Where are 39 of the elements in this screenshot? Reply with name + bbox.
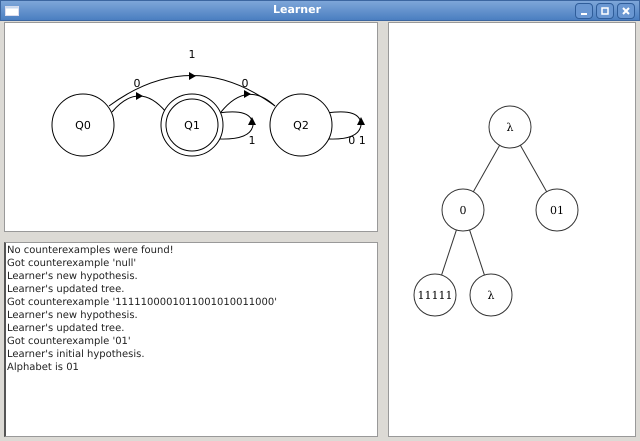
state-label: Q2 [293, 119, 309, 132]
log-line: Learner's updated tree. [7, 283, 126, 296]
transition-label: 0 [242, 77, 248, 90]
tree-node [414, 274, 456, 316]
tree-node [442, 188, 484, 232]
transition-label: 1 [248, 134, 256, 147]
maximize-button[interactable] [596, 2, 614, 18]
log-line: Learner's initial hypothesis. [7, 348, 146, 361]
maximize-icon [601, 6, 609, 14]
tree-node [470, 274, 512, 316]
window-title: Learner [272, 2, 322, 18]
log-line: Got counterexample '1111100001011001010011000' [7, 296, 278, 309]
node-label: λ [506, 121, 514, 134]
log-line: Alphabet is 01 [7, 361, 80, 374]
log-line: Learner's updated tree. [7, 322, 126, 335]
node-label: 01 [550, 204, 564, 217]
log-line: No counterexamples were found! [7, 244, 175, 257]
window-menu-icon[interactable] [5, 6, 19, 16]
tree-edge [520, 144, 548, 192]
tree-edge [441, 229, 457, 276]
node-label: 11111 [418, 289, 452, 302]
transition-label: 0 [134, 77, 140, 90]
node-label: λ [488, 289, 494, 302]
tree-node [488, 106, 532, 148]
close-button[interactable] [617, 2, 635, 18]
node-label: 0 [460, 204, 466, 217]
log-line: Got counterexample '01' [7, 335, 132, 348]
close-icon [622, 6, 630, 14]
tree-edge [469, 229, 485, 276]
log-line: Got counterexample 'null' [7, 257, 138, 270]
transition-label: 1 [188, 48, 196, 61]
log-line: Learner's new hypothesis. [7, 270, 139, 283]
state-label: Q1 [184, 119, 200, 132]
minimize-icon [581, 12, 587, 14]
minimize-button[interactable] [575, 2, 593, 18]
tree-edge [472, 144, 500, 192]
tree-node [536, 188, 578, 232]
state-label: Q0 [75, 119, 91, 132]
log-line: Learner's new hypothesis. [7, 309, 139, 322]
